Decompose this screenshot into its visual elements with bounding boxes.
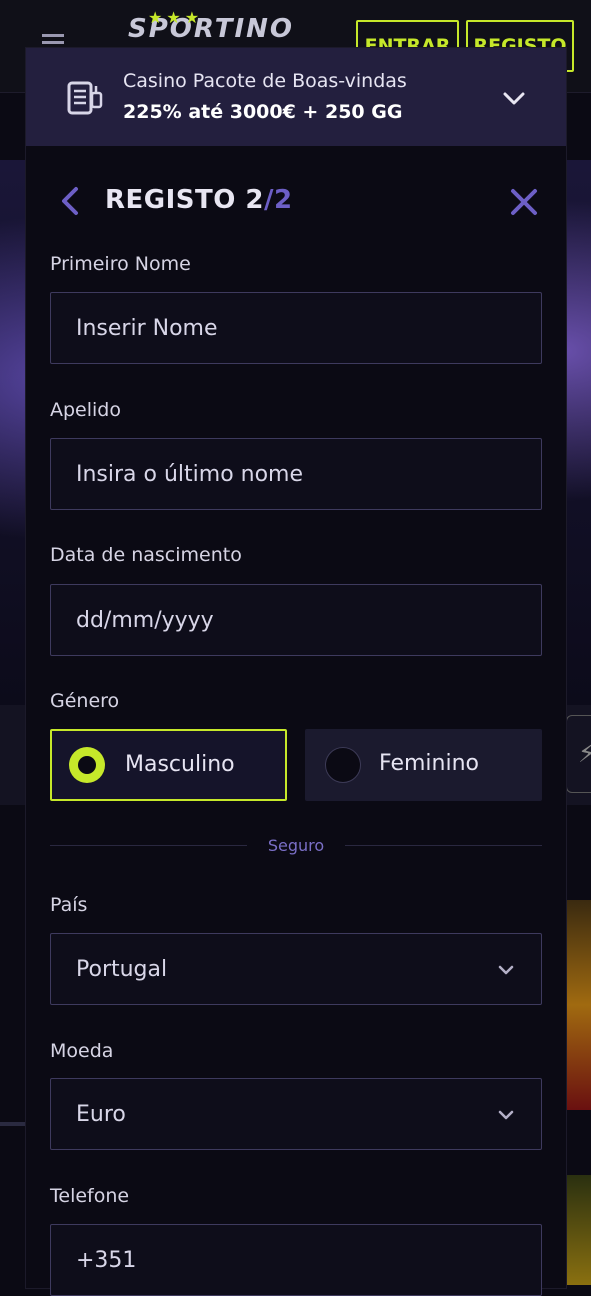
radio-unselected-icon	[325, 747, 361, 783]
game-thumbnail[interactable]	[566, 1175, 591, 1285]
back-arrow-icon[interactable]	[56, 185, 84, 217]
package-icon	[67, 81, 103, 115]
first-name-label: Primeiro Nome	[50, 253, 191, 275]
registration-modal: Casino Pacote de Boas-vindas 225% até 30…	[26, 48, 566, 1296]
birth-date-input[interactable]: dd/mm/yyyy	[50, 584, 542, 656]
close-icon[interactable]	[508, 186, 540, 218]
stars-icon: ★★★	[148, 8, 204, 27]
lightning-icon[interactable]: ⚡	[566, 715, 591, 793]
last-name-label: Apelido	[50, 399, 121, 421]
chevron-down-icon	[498, 965, 514, 975]
gender-label: Género	[50, 690, 120, 712]
currency-select[interactable]: Euro	[50, 1078, 542, 1150]
promo-subtitle: 225% até 3000€ + 250 GG	[123, 101, 403, 123]
country-select[interactable]: Portugal	[50, 933, 542, 1005]
phone-input[interactable]: +351	[50, 1224, 542, 1296]
gender-option-female[interactable]: Feminino	[305, 729, 542, 801]
currency-value: Euro	[76, 1101, 126, 1127]
gender-option-male[interactable]: Masculino	[50, 729, 287, 801]
first-name-input[interactable]: Inserir Nome	[50, 292, 542, 364]
birth-date-label: Data de nascimento	[50, 544, 242, 566]
phone-label: Telefone	[50, 1185, 130, 1207]
promo-title: Casino Pacote de Boas-vindas	[123, 70, 407, 92]
country-label: País	[50, 894, 88, 916]
logo[interactable]: ★★★ SPORTINO	[128, 8, 294, 44]
chevron-down-icon[interactable]	[502, 86, 526, 110]
welcome-promo-banner[interactable]: Casino Pacote de Boas-vindas 225% até 30…	[26, 48, 566, 146]
background-divider	[0, 1122, 26, 1126]
gender-option-label: Feminino	[379, 751, 479, 776]
country-value: Portugal	[76, 956, 168, 982]
page-title: REGISTO 2/2	[105, 185, 293, 215]
radio-selected-icon	[69, 747, 105, 783]
modal-header: REGISTO 2/2	[26, 173, 566, 229]
last-name-input[interactable]: Insira o último nome	[50, 438, 542, 510]
chevron-down-icon	[498, 1110, 514, 1120]
section-divider: Seguro	[50, 836, 542, 856]
game-thumbnail[interactable]	[566, 900, 591, 1110]
gender-option-label: Masculino	[125, 752, 235, 777]
currency-label: Moeda	[50, 1040, 114, 1062]
